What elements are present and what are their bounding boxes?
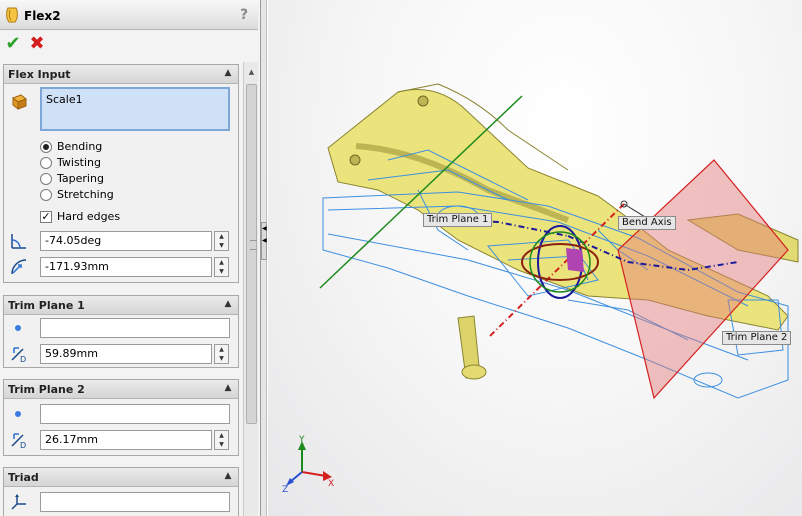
stretching-radio[interactable] xyxy=(40,189,52,201)
bending-label: Bending xyxy=(57,140,103,153)
mount-hole xyxy=(349,154,361,166)
tapering-radio[interactable] xyxy=(40,173,52,185)
graphics-viewport[interactable]: Y X Z Trim Plane 1 Bend Axis Trim Plane … xyxy=(268,0,802,516)
vertex-selection-icon xyxy=(15,325,21,331)
tapering-label: Tapering xyxy=(57,172,104,185)
collapse-icon[interactable]: ▲ xyxy=(222,68,234,80)
trim-plane-2-header[interactable]: Trim Plane 2 ▲ xyxy=(4,380,238,399)
trim-plane-2-offset-spinner[interactable]: ▲ ▼ xyxy=(214,430,229,450)
trim-plane-1-reference-field[interactable] xyxy=(40,318,230,338)
collapse-icon[interactable]: ▲ xyxy=(222,471,234,483)
flex-input-header[interactable]: Flex Input ▲ xyxy=(4,65,238,84)
axis-y-label: Y xyxy=(298,435,305,445)
help-icon[interactable]: ? xyxy=(236,6,252,24)
mount-hole xyxy=(417,95,429,107)
bodies-to-flex-listbox[interactable]: Scale1 xyxy=(40,87,230,131)
trim-plane-2-offset-input[interactable]: 26.17mm xyxy=(40,430,212,450)
bend-axis-callout[interactable]: Bend Axis xyxy=(618,216,676,230)
collapse-panel-handle[interactable]: ◀ ◀ xyxy=(261,222,267,260)
panel-splitter[interactable]: ◀ ◀ xyxy=(261,0,267,516)
twisting-label: Twisting xyxy=(57,156,102,169)
offset-distance-icon: D xyxy=(11,347,26,364)
triad-center xyxy=(566,248,584,272)
spin-up-icon[interactable]: ▲ xyxy=(215,232,228,241)
trim-plane-1-group: Trim Plane 1 ▲ D 59.89mm ▲ ▼ xyxy=(3,295,239,368)
scroll-thumb[interactable] xyxy=(246,84,257,424)
trim-plane-2-reference-field[interactable] xyxy=(40,404,230,424)
panel-scrollbar[interactable]: ▲ xyxy=(243,62,258,516)
triad-reference-field[interactable] xyxy=(40,492,230,512)
trim-plane-2-callout[interactable]: Trim Plane 2 xyxy=(722,331,792,345)
property-manager-title-bar: Flex2 ? xyxy=(0,0,258,30)
stand-foot xyxy=(461,364,487,380)
trim-plane-2-shape xyxy=(617,159,789,400)
ok-button[interactable]: ✔ xyxy=(4,35,22,53)
model-view: Y X Z xyxy=(282,83,799,495)
confirmation-row: ✔ ✖ xyxy=(0,30,258,62)
cancel-button[interactable]: ✖ xyxy=(28,35,46,53)
trim-plane-2-group: Trim Plane 2 ▲ D 26.17mm ▲ ▼ xyxy=(3,379,239,456)
triad-group: Triad ▲ xyxy=(3,467,239,516)
hard-edges-label: Hard edges xyxy=(57,210,121,223)
offset-distance-icon: D xyxy=(11,433,26,450)
property-manager-panel: Flex2 ? ✔ ✖ Flex Input ▲ Scale1 Bending … xyxy=(0,0,261,516)
hard-edges-checkbox[interactable]: ✓ xyxy=(40,211,52,223)
bending-radio[interactable] xyxy=(40,141,52,153)
triad-header[interactable]: Triad ▲ xyxy=(4,468,238,487)
scroll-up-icon[interactable]: ▲ xyxy=(244,66,259,78)
collapse-icon[interactable]: ▲ xyxy=(222,299,234,311)
feature-title: Flex2 xyxy=(24,9,61,23)
flex-input-title: Flex Input xyxy=(8,68,71,81)
bend-radius-spinner[interactable]: ▲ ▼ xyxy=(214,257,229,277)
spin-down-icon[interactable]: ▼ xyxy=(215,354,228,363)
triad-icon xyxy=(11,494,26,510)
bend-angle-spinner[interactable]: ▲ ▼ xyxy=(214,231,229,251)
axis-x-label: X xyxy=(328,479,334,489)
trim-plane-1-title: Trim Plane 1 xyxy=(8,299,85,312)
spin-down-icon[interactable]: ▼ xyxy=(215,267,228,276)
spin-up-icon[interactable]: ▲ xyxy=(215,431,228,440)
spin-up-icon[interactable]: ▲ xyxy=(215,345,228,354)
spin-down-icon[interactable]: ▼ xyxy=(215,440,228,449)
bend-radius-icon xyxy=(11,259,27,275)
svg-text:D: D xyxy=(20,441,26,450)
flex-input-group: Flex Input ▲ Scale1 Bending Twisting Tap… xyxy=(3,64,239,283)
triad-title: Triad xyxy=(8,471,39,484)
view-orientation-triad xyxy=(286,441,332,486)
bend-radius-input[interactable]: -171.93mm xyxy=(40,257,212,277)
bend-angle-input[interactable]: -74.05deg xyxy=(40,231,212,251)
svg-text:D: D xyxy=(20,355,26,364)
bend-angle-icon xyxy=(11,234,26,249)
trim-plane-2-title: Trim Plane 2 xyxy=(8,383,85,396)
trim-plane-1-callout[interactable]: Trim Plane 1 xyxy=(423,213,493,227)
collapse-icon[interactable]: ▲ xyxy=(222,383,234,395)
trim-plane-1-header[interactable]: Trim Plane 1 ▲ xyxy=(4,296,238,315)
spin-up-icon[interactable]: ▲ xyxy=(215,258,228,267)
flex-feature-icon xyxy=(6,7,18,23)
axis-z-label: Z xyxy=(282,485,288,495)
twisting-radio[interactable] xyxy=(40,157,52,169)
bodies-list-item[interactable]: Scale1 xyxy=(46,93,83,106)
trim-plane-1-offset-input[interactable]: 59.89mm xyxy=(40,344,212,364)
trim-plane-1-offset-spinner[interactable]: ▲ ▼ xyxy=(214,344,229,364)
stretching-label: Stretching xyxy=(57,188,114,201)
spin-down-icon[interactable]: ▼ xyxy=(215,241,228,250)
bodies-to-flex-icon xyxy=(12,94,27,111)
vertex-selection-icon xyxy=(15,411,21,417)
scroll-grip-icon xyxy=(250,240,257,250)
